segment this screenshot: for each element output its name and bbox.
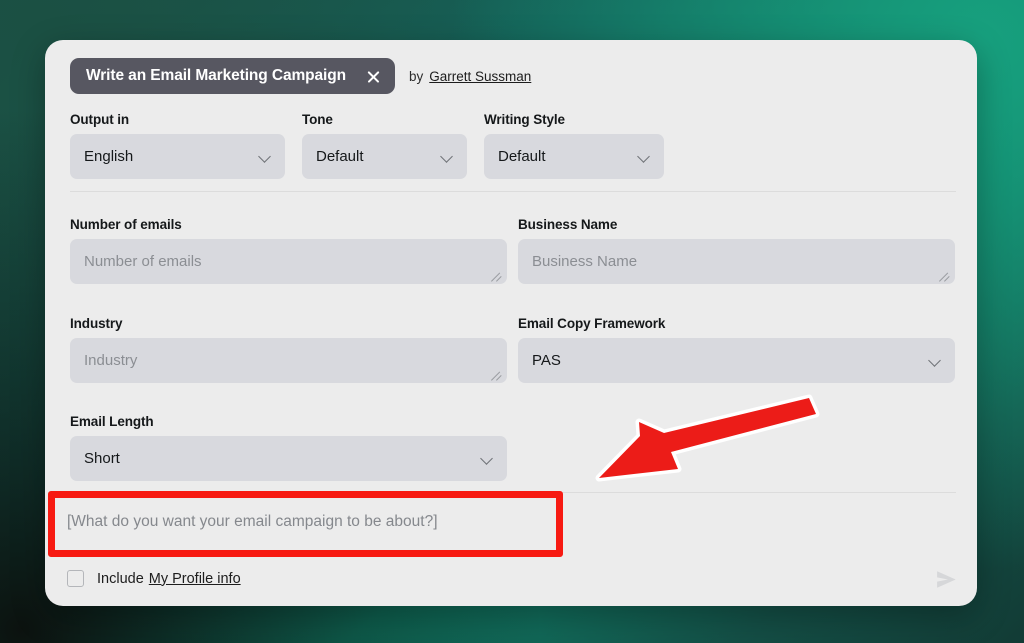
byline: by Garrett Sussman bbox=[409, 69, 531, 84]
card-footer: Include My Profile info bbox=[45, 551, 977, 606]
email-length-field: Email Length Short bbox=[70, 414, 507, 481]
industry-placeholder: Industry bbox=[84, 352, 138, 369]
byline-prefix: by bbox=[408, 68, 424, 84]
business-name-label: Business Name bbox=[518, 217, 618, 232]
empty-cell bbox=[518, 414, 955, 481]
resize-handle-icon[interactable] bbox=[491, 269, 504, 282]
page-title: Write an Email Marketing Campaign bbox=[86, 67, 346, 84]
include-profile-checkbox[interactable] bbox=[67, 570, 84, 587]
output-language-select[interactable]: English bbox=[70, 134, 285, 179]
chevron-down-icon bbox=[482, 454, 493, 465]
resize-handle-icon[interactable] bbox=[939, 269, 952, 282]
business-name-placeholder: Business Name bbox=[532, 253, 638, 270]
tone-field: Tone Default bbox=[302, 112, 467, 179]
business-name-field: Business Name Business Name bbox=[518, 217, 955, 284]
industry-field: Industry Industry bbox=[70, 316, 507, 383]
fields-row-1: Number of emails Number of emails Busine… bbox=[70, 217, 956, 284]
fields-row-2: Industry Industry Email Copy Framework P… bbox=[70, 316, 956, 383]
template-title-pill[interactable]: Write an Email Marketing Campaign bbox=[70, 58, 395, 94]
prompt-input-row[interactable]: [What do you want your email campaign to… bbox=[45, 493, 977, 551]
writing-style-value: Default bbox=[498, 148, 546, 165]
business-name-input[interactable]: Business Name bbox=[518, 239, 955, 284]
include-label: Include bbox=[97, 570, 144, 587]
email-length-value: Short bbox=[84, 450, 120, 467]
output-language-value: English bbox=[84, 148, 134, 165]
fields-row-3: Email Length Short bbox=[70, 414, 956, 481]
number-of-emails-field: Number of emails Number of emails bbox=[70, 217, 507, 284]
card-header: Write an Email Marketing Campaign by Gar… bbox=[70, 58, 531, 94]
author-link[interactable]: Garrett Sussman bbox=[429, 69, 531, 84]
send-button[interactable] bbox=[935, 568, 958, 591]
resize-handle-icon[interactable] bbox=[491, 368, 504, 381]
industry-input[interactable]: Industry bbox=[70, 338, 507, 383]
industry-label: Industry bbox=[70, 316, 123, 331]
email-copy-framework-select[interactable]: PAS bbox=[518, 338, 955, 383]
chevron-down-icon bbox=[930, 356, 941, 367]
number-of-emails-placeholder: Number of emails bbox=[84, 253, 202, 270]
prompt-template-card: Write an Email Marketing Campaign by Gar… bbox=[45, 40, 977, 606]
email-copy-framework-value: PAS bbox=[532, 352, 561, 369]
close-icon[interactable] bbox=[366, 69, 381, 84]
email-copy-framework-label: Email Copy Framework bbox=[518, 316, 666, 331]
tone-select[interactable]: Default bbox=[302, 134, 467, 179]
chevron-down-icon bbox=[260, 152, 271, 163]
my-profile-info-link[interactable]: My Profile info bbox=[149, 571, 241, 587]
writing-style-field: Writing Style Default bbox=[484, 112, 664, 179]
include-profile-label: Include My Profile info bbox=[97, 571, 241, 587]
options-row: Output in English Tone Default Writing S… bbox=[70, 112, 664, 179]
number-of-emails-input[interactable]: Number of emails bbox=[70, 239, 507, 284]
writing-style-label: Writing Style bbox=[484, 112, 565, 127]
chevron-down-icon bbox=[639, 152, 650, 163]
send-icon bbox=[937, 570, 956, 588]
divider bbox=[70, 191, 956, 192]
number-of-emails-label: Number of emails bbox=[70, 217, 182, 232]
output-language-label: Output in bbox=[70, 112, 130, 127]
prompt-placeholder: [What do you want your email campaign to… bbox=[67, 513, 438, 530]
output-language-field: Output in English bbox=[70, 112, 285, 179]
chevron-down-icon bbox=[442, 152, 453, 163]
email-length-select[interactable]: Short bbox=[70, 436, 507, 481]
email-copy-framework-field: Email Copy Framework PAS bbox=[518, 316, 955, 383]
tone-label: Tone bbox=[302, 112, 333, 127]
email-length-label: Email Length bbox=[70, 414, 154, 429]
tone-value: Default bbox=[316, 148, 364, 165]
writing-style-select[interactable]: Default bbox=[484, 134, 664, 179]
